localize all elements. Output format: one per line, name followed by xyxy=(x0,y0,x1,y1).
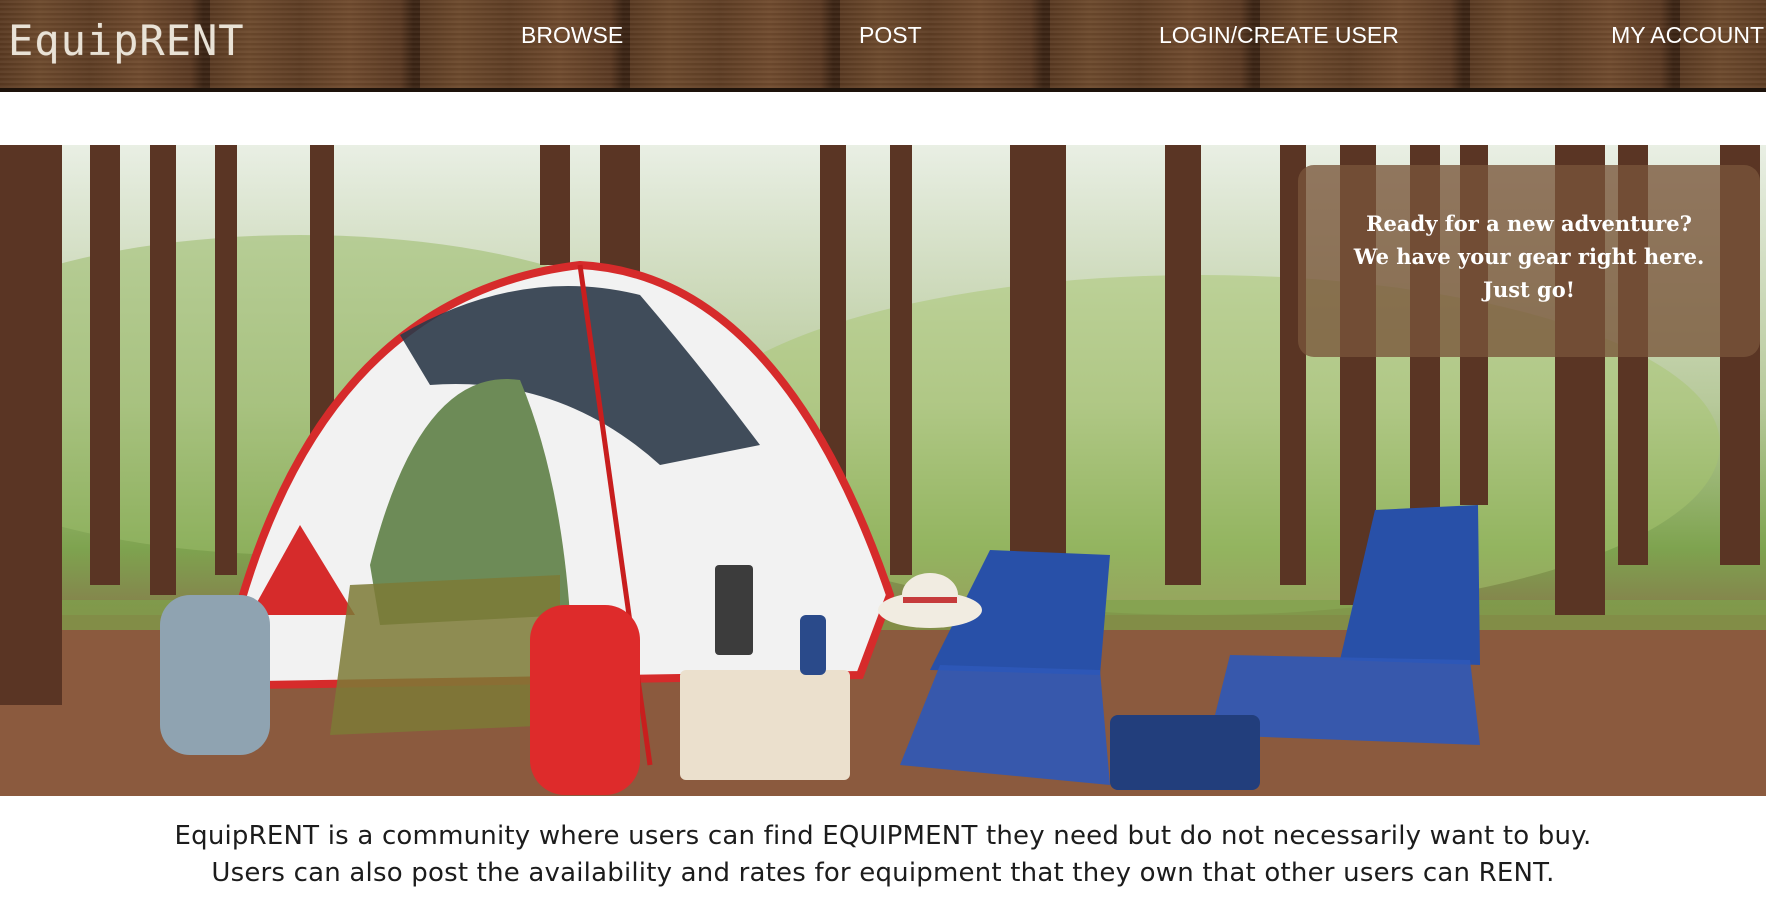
site-header: EquipRENT BROWSE POST LOGIN/CREATE USER … xyxy=(0,0,1766,92)
nav-login-link[interactable]: LOGIN/CREATE USER xyxy=(1159,22,1399,49)
site-description: EquipRENT is a community where users can… xyxy=(0,818,1766,892)
tagline-line: We have your gear right here. xyxy=(1353,244,1705,269)
tagline-line: Just go! xyxy=(1483,277,1575,302)
hero-tagline-box: Ready for a new adventure? We have your … xyxy=(1298,165,1760,357)
nav-post-link[interactable]: POST xyxy=(859,22,922,49)
description-line: EquipRENT is a community where users can… xyxy=(174,821,1592,851)
site-logo[interactable]: EquipRENT xyxy=(8,16,245,65)
description-line: Users can also post the availability and… xyxy=(211,858,1555,888)
hero-camping-image: Ready for a new adventure? We have your … xyxy=(0,145,1766,796)
tagline-line: Ready for a new adventure? xyxy=(1366,211,1692,236)
nav-browse-link[interactable]: BROWSE xyxy=(521,22,623,49)
nav-my-account-link[interactable]: MY ACCOUNT xyxy=(1611,22,1764,49)
